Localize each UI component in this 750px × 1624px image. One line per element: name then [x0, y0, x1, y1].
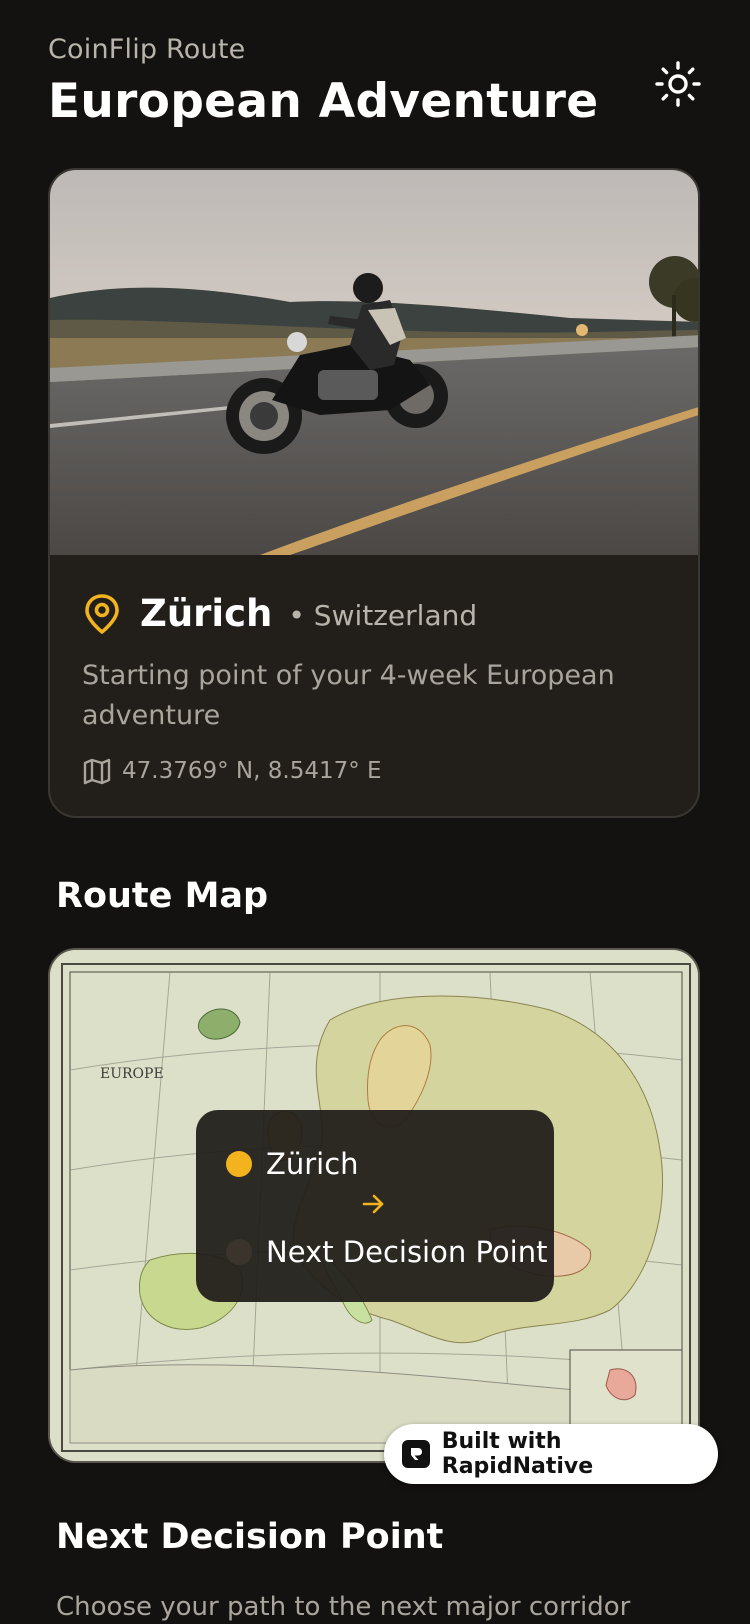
map-icon: [83, 758, 111, 785]
map-label-europe: EUROPE: [100, 1066, 164, 1082]
next-decision-title: Next Decision Point: [56, 1517, 444, 1557]
location-card[interactable]: Zürich • Switzerland Starting point of y…: [48, 168, 700, 818]
destination-dot-icon: [226, 1239, 252, 1265]
start-dot-icon: [226, 1151, 252, 1177]
coordinates-text: 47.3769° N, 8.5417° E: [122, 758, 382, 784]
city-name: Zürich: [140, 592, 273, 635]
route-summary: Zürich Next Decision Point: [196, 1110, 554, 1302]
badge-label: Built with RapidNative: [441, 1429, 594, 1479]
coordinates-row: 47.3769° N, 8.5417° E: [82, 756, 382, 786]
route-from: Zürich: [226, 1147, 359, 1181]
app-name: CoinFlip Route: [48, 34, 246, 65]
arrow-right-icon: [362, 1194, 384, 1214]
rapidnative-logo-icon: [402, 1440, 430, 1468]
location-description: Starting point of your 4-week European a…: [82, 660, 615, 731]
route-to: Next Decision Point: [226, 1235, 547, 1269]
app-screen: CoinFlip Route European Adventure Zürich…: [0, 0, 750, 1624]
map-pin-icon: [85, 593, 119, 634]
country-name: • Switzerland: [288, 599, 478, 632]
built-with-badge[interactable]: Built with RapidNative: [384, 1424, 718, 1484]
hero-image-motorcycle: [50, 170, 698, 555]
location-heading: Zürich • Switzerland: [82, 592, 477, 635]
route-map-title: Route Map: [56, 876, 269, 916]
next-decision-description: Choose your path to the next major corri…: [56, 1592, 631, 1622]
theme-toggle-button[interactable]: [650, 56, 706, 112]
route-from-label: Zürich: [266, 1147, 359, 1181]
page-title: European Adventure: [48, 74, 599, 129]
route-to-label: Next Decision Point: [266, 1235, 548, 1269]
sun-icon: [655, 61, 701, 107]
